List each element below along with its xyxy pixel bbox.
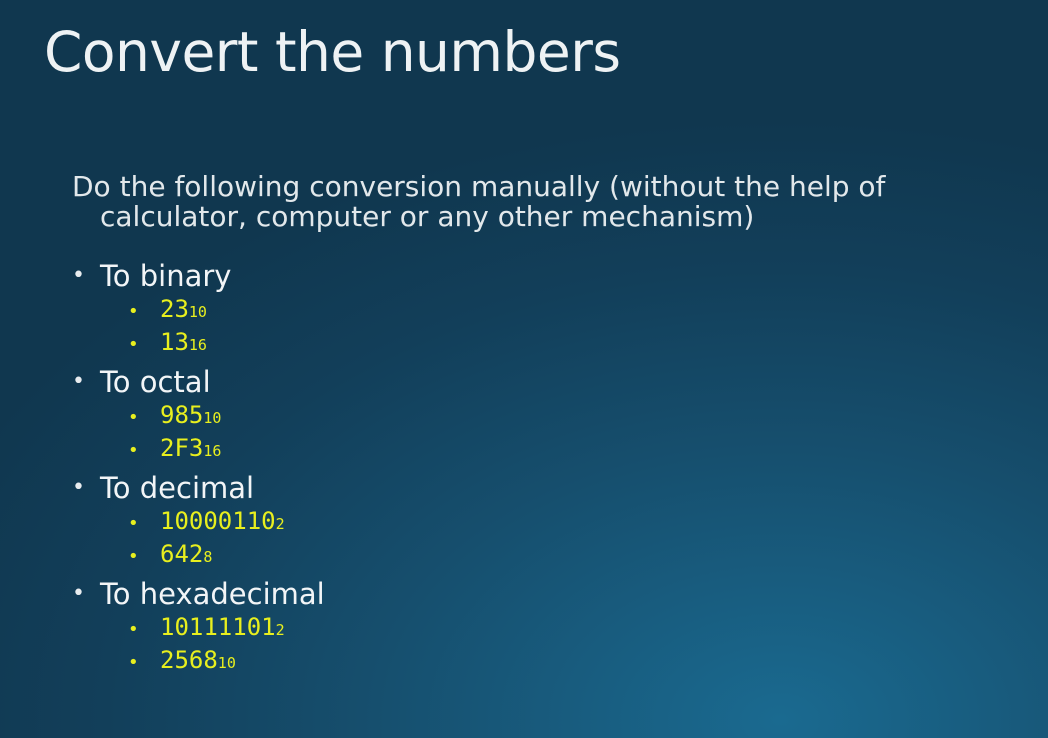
slide-title: Convert the numbers bbox=[44, 20, 621, 84]
number-item: • 23 10 bbox=[128, 294, 325, 327]
bullet-icon: • bbox=[72, 581, 85, 606]
number-item: • 13 16 bbox=[128, 327, 325, 360]
bullet-icon: • bbox=[128, 301, 139, 322]
number-value: 2568 bbox=[160, 646, 218, 674]
topic-heading: • To binary bbox=[72, 258, 325, 294]
bullet-icon: • bbox=[128, 619, 139, 640]
number-value: 10111101 bbox=[160, 613, 276, 641]
number-value: 2F3 bbox=[160, 434, 204, 462]
number-value: 985 bbox=[160, 401, 204, 429]
number-value: 13 bbox=[160, 328, 189, 356]
topic-to-decimal: • To decimal • 10000110 2 • 642 8 bbox=[72, 470, 325, 572]
number-item: • 10111101 2 bbox=[128, 612, 325, 645]
intro-line-1: Do the following conversion manually (wi… bbox=[72, 170, 886, 203]
bullet-icon: • bbox=[128, 407, 139, 428]
number-item: • 2F3 16 bbox=[128, 433, 325, 466]
bullet-icon: • bbox=[128, 513, 139, 534]
bullet-icon: • bbox=[128, 334, 139, 355]
topic-to-hexadecimal: • To hexadecimal • 10111101 2 • 2568 10 bbox=[72, 576, 325, 678]
topic-label: To hexadecimal bbox=[100, 577, 325, 611]
number-item: • 2568 10 bbox=[128, 645, 325, 678]
number-value: 23 bbox=[160, 295, 189, 323]
bullet-icon: • bbox=[128, 652, 139, 673]
topic-to-binary: • To binary • 23 10 • 13 16 bbox=[72, 258, 325, 360]
topic-label: To octal bbox=[100, 365, 211, 399]
number-item: • 642 8 bbox=[128, 539, 325, 572]
intro-line-2: calculator, computer or any other mechan… bbox=[100, 200, 755, 233]
topic-heading: • To decimal bbox=[72, 470, 325, 506]
number-list: • 10000110 2 • 642 8 bbox=[72, 506, 325, 572]
topic-label: To decimal bbox=[100, 471, 255, 505]
bullet-icon: • bbox=[128, 546, 139, 567]
topic-heading: • To hexadecimal bbox=[72, 576, 325, 612]
number-list: • 985 10 • 2F3 16 bbox=[72, 400, 325, 466]
bullet-icon: • bbox=[72, 475, 85, 500]
number-list: • 23 10 • 13 16 bbox=[72, 294, 325, 360]
presentation-slide: Convert the numbers Do the following con… bbox=[0, 0, 1048, 738]
number-item: • 10000110 2 bbox=[128, 506, 325, 539]
conversion-topics-list: • To binary • 23 10 • 13 16 • To octal •… bbox=[72, 258, 325, 682]
bullet-icon: • bbox=[72, 263, 85, 288]
number-list: • 10111101 2 • 2568 10 bbox=[72, 612, 325, 678]
number-value: 642 bbox=[160, 540, 204, 568]
number-item: • 985 10 bbox=[128, 400, 325, 433]
bullet-icon: • bbox=[72, 369, 85, 394]
intro-text: Do the following conversion manually (wi… bbox=[72, 172, 1032, 232]
bullet-icon: • bbox=[128, 440, 139, 461]
number-value: 10000110 bbox=[160, 507, 276, 535]
topic-label: To binary bbox=[100, 259, 232, 293]
topic-heading: • To octal bbox=[72, 364, 325, 400]
topic-to-octal: • To octal • 985 10 • 2F3 16 bbox=[72, 364, 325, 466]
